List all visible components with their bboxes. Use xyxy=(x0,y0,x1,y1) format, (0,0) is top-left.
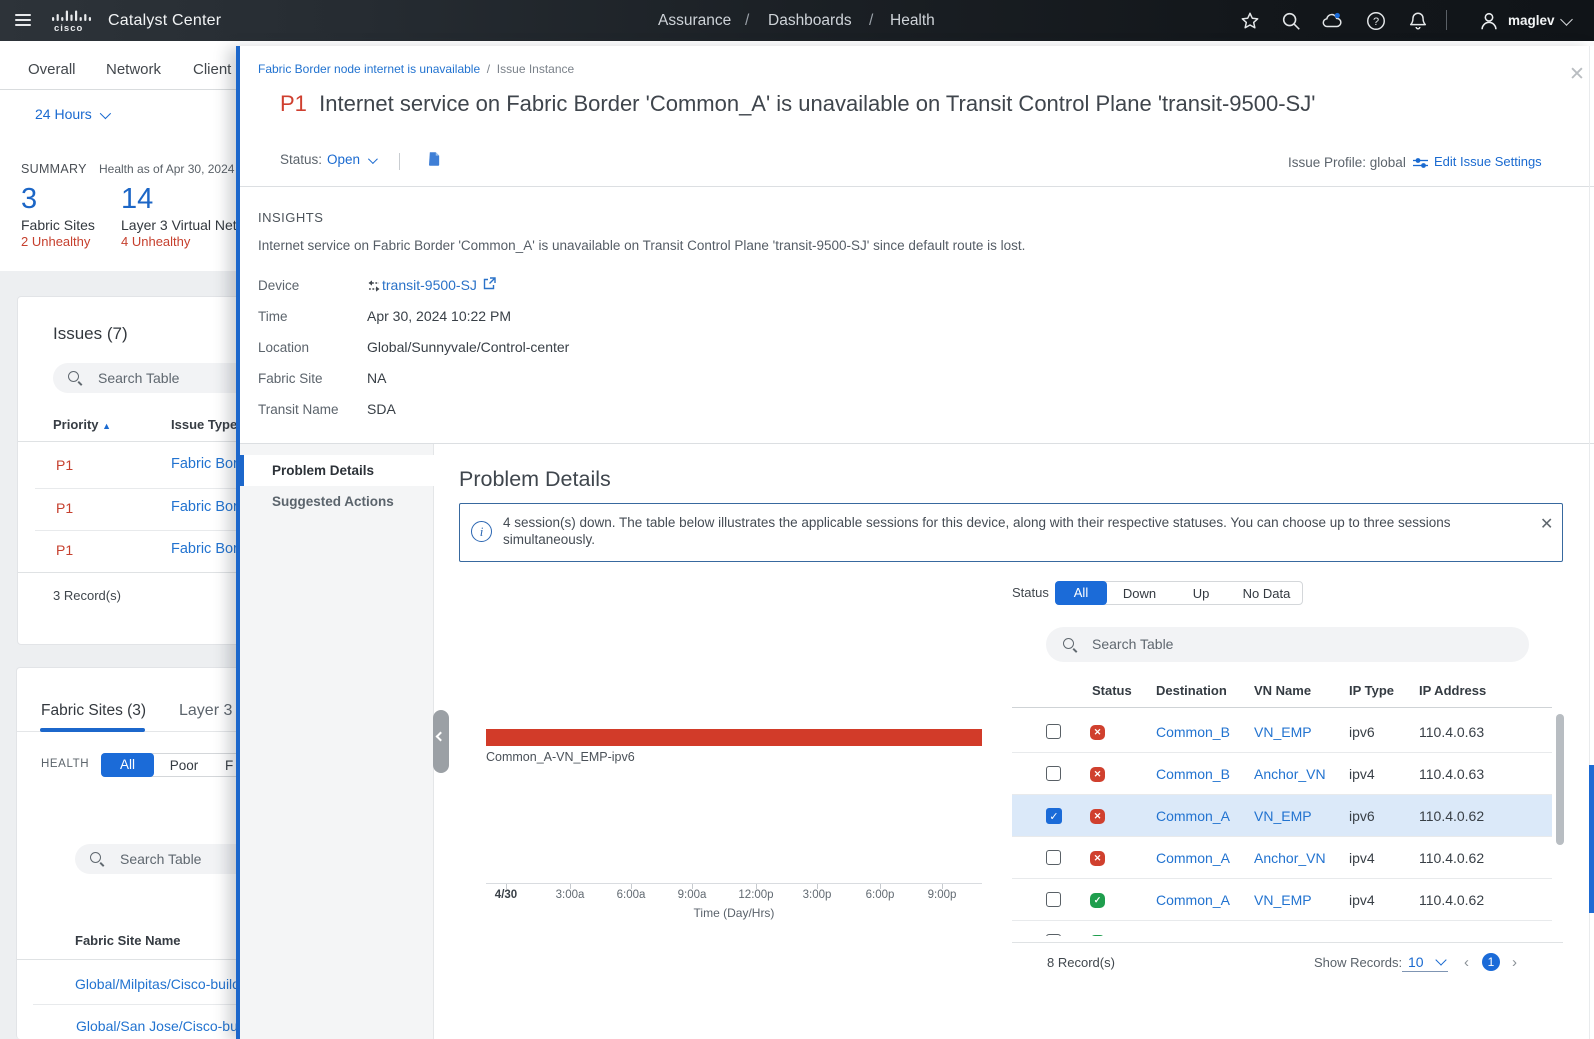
svg-text:?: ? xyxy=(1373,16,1379,28)
svg-text:cisco: cisco xyxy=(54,23,83,31)
